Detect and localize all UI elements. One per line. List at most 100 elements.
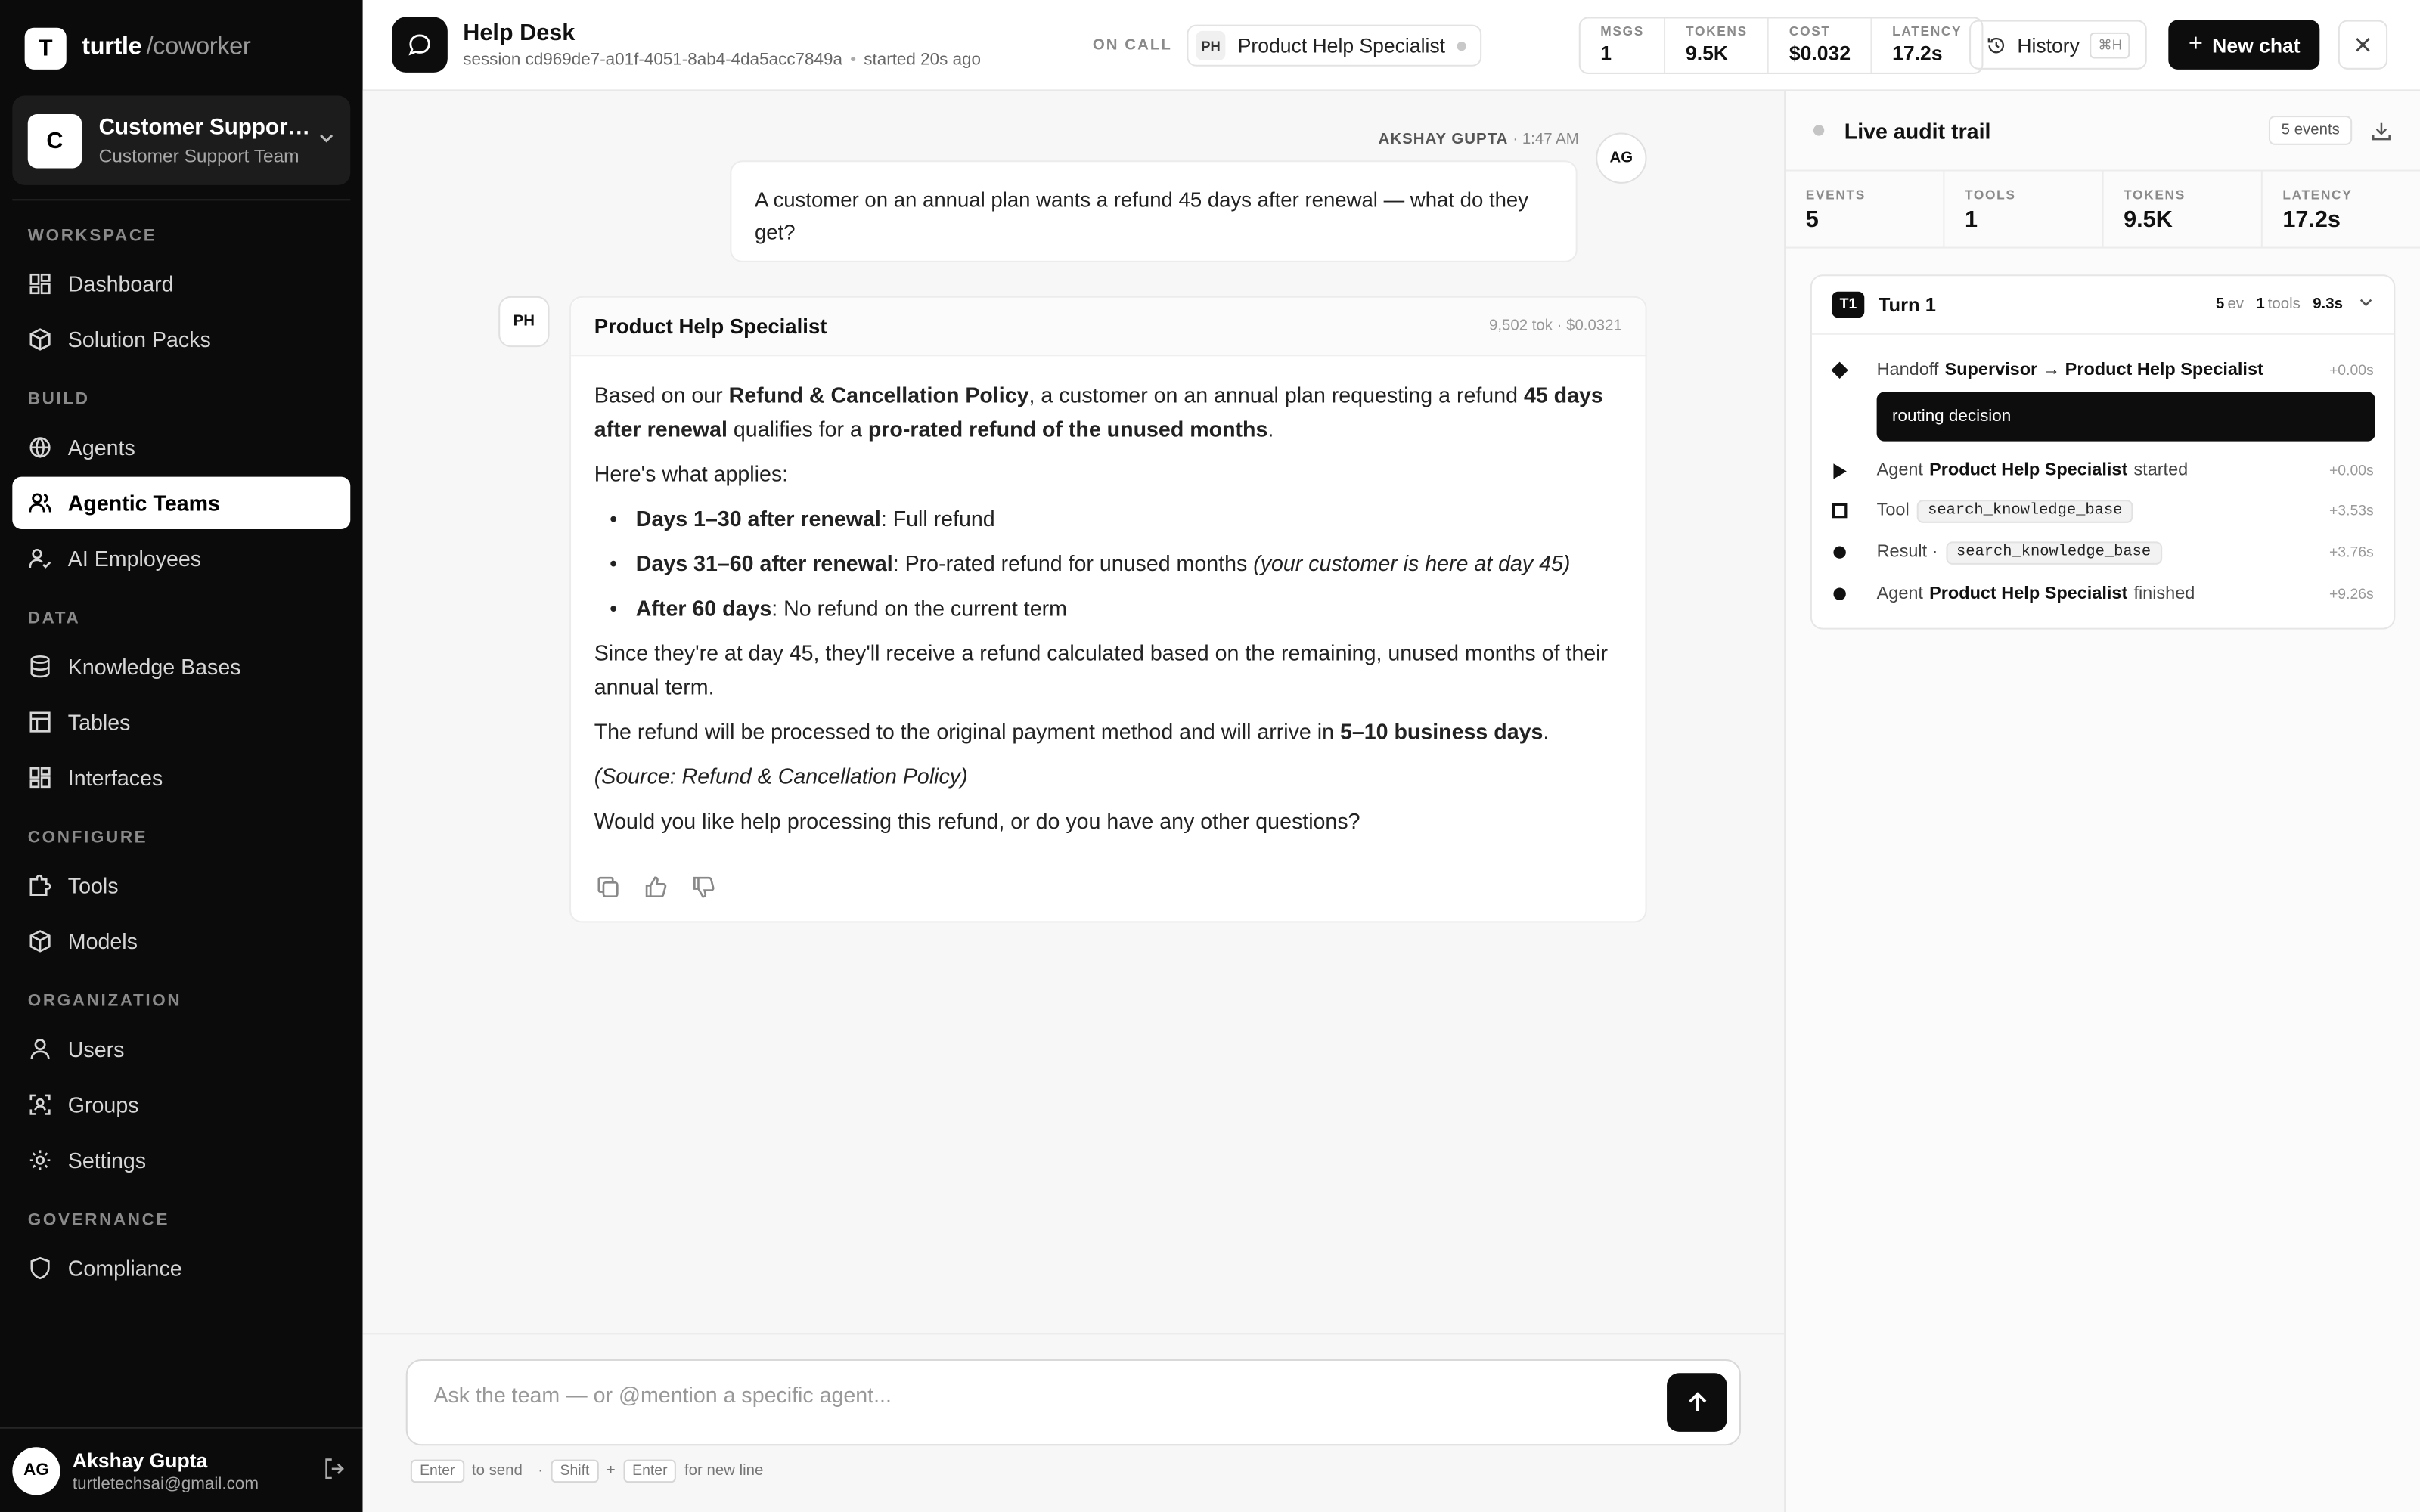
audit-header: Live audit trail 5 events <box>1786 91 2420 172</box>
sidebar-item-agentic-teams[interactable]: Agentic Teams <box>12 476 351 529</box>
section-organization: ORGANIZATION <box>27 992 182 1011</box>
routing-decision[interactable]: routing decision <box>1876 392 2375 442</box>
globe-icon <box>28 435 53 460</box>
user-icon <box>28 1036 53 1061</box>
user-profile: AG Akshay Gupta turtletechsai@gmail.com <box>0 1427 363 1512</box>
sidebar-item-tools[interactable]: Tools <box>12 860 350 912</box>
agent-avatar: PH <box>498 296 550 348</box>
audit-event-tool: Tool search_knowledge_base +3.53s <box>1812 497 2394 525</box>
message-list: Days 1–30 after renewal: Full refund Day… <box>594 501 1622 624</box>
square-icon <box>1830 501 1848 519</box>
sidebar-item-models[interactable]: Models <box>12 915 350 967</box>
metric-tokens: TOKENS 9.5K <box>2104 171 2263 247</box>
sidebar-item-solution-packs[interactable]: Solution Packs <box>12 313 350 365</box>
chevron-down-icon <box>318 129 334 151</box>
composer <box>405 1359 1742 1446</box>
agent-message-header: Product Help Specialist 9,502 tok · $0.0… <box>571 297 1646 357</box>
composer-area: Enter to send · Shift + Enter for new li… <box>362 1333 1785 1512</box>
new-chat-label: New chat <box>2212 33 2301 57</box>
metric-latency: LATENCY 17.2s <box>1892 23 1962 65</box>
composer-hint: Enter to send · Shift + Enter for new li… <box>410 1459 771 1483</box>
user-message-meta: AKSHAY GUPTA · 1:47 AM <box>1378 131 1579 148</box>
session-started: started 20s ago <box>864 51 982 70</box>
thumbs-up-icon[interactable] <box>644 875 669 900</box>
new-chat-button[interactable]: + New chat <box>2168 20 2321 70</box>
history-icon <box>1987 35 2007 55</box>
message-paragraph: Here's what applies: <box>594 461 789 486</box>
close-button[interactable] <box>2338 20 2388 70</box>
sidebar-item-groups[interactable]: Groups <box>12 1079 350 1131</box>
chat-panel: AKSHAY GUPTA · 1:47 AM AG A customer on … <box>362 91 1785 1512</box>
sidebar-item-label: Agents <box>67 435 135 460</box>
agent-name: Product Help Specialist <box>1237 33 1446 57</box>
audit-title: Live audit trail <box>1844 118 1991 143</box>
turn-name: Turn 1 <box>1878 293 1936 316</box>
sidebar-item-label: Agentic Teams <box>67 490 220 516</box>
dot-icon <box>1830 543 1848 561</box>
sidebar-item-label: Settings <box>67 1148 147 1173</box>
sidebar-item-ai-employees[interactable]: AI Employees <box>12 532 350 584</box>
list-item: After 60 days: No refund on the current … <box>594 591 1622 625</box>
audit-event-agent-finished: Agent Product Help Specialist finished +9.… <box>1812 580 2394 608</box>
dot-icon <box>1830 584 1848 603</box>
metric-msgs: MSGS 1 <box>1581 18 1666 73</box>
app-root: T turtle/coworker C Customer Support... … <box>0 0 2420 1512</box>
cube-icon <box>28 929 53 954</box>
sidebar-item-compliance[interactable]: Compliance <box>12 1242 350 1294</box>
sidebar-item-knowledge-bases[interactable]: Knowledge Bases <box>12 640 350 692</box>
user-email: turtletechsai@gmail.com <box>72 1473 259 1493</box>
history-button[interactable]: History ⌘H <box>1969 20 2147 70</box>
copy-icon[interactable] <box>596 875 621 900</box>
kbd-shift: Shift <box>551 1459 599 1483</box>
sidebar-item-dashboard[interactable]: Dashboard <box>12 258 350 310</box>
user-message: A customer on an annual plan wants a ref… <box>730 160 1578 262</box>
main: Help Desk session cd969de7-a01f-4051-8ab… <box>362 0 2420 1512</box>
section-data: DATA <box>27 609 81 628</box>
message-input[interactable] <box>433 1379 1638 1411</box>
message-paragraph: Based on our Refund & Cancellation Polic… <box>594 383 1603 442</box>
team-name: Customer Support... <box>98 115 312 140</box>
diamond-icon <box>1830 361 1848 380</box>
status-dot <box>1457 41 1467 51</box>
brand[interactable]: T turtle/coworker <box>0 0 363 96</box>
agent-avatar: PH <box>1196 30 1226 60</box>
session-id: session cd969de7-a01f-4051-8ab4-4da5acc7… <box>463 51 842 70</box>
brand-name: turtle/coworker <box>82 33 251 60</box>
play-icon <box>1830 461 1848 479</box>
sidebar-item-label: Tools <box>67 873 119 898</box>
team-switcher[interactable]: C Customer Support... Customer Support T… <box>12 95 351 185</box>
user-name: Akshay Gupta <box>72 1448 208 1471</box>
user-check-icon <box>28 546 53 571</box>
section-configure: CONFIGURE <box>27 828 148 847</box>
brand-logo: T <box>24 26 67 69</box>
thumbs-down-icon[interactable] <box>691 875 716 900</box>
avatar[interactable]: AG <box>12 1446 60 1495</box>
turn-header[interactable]: T1 Turn 1 5 ev 1 tools 9.3s <box>1811 276 2394 335</box>
chevron-down-icon[interactable] <box>2358 295 2373 315</box>
sidebar-item-label: Groups <box>67 1092 139 1117</box>
sidebar-item-label: Knowledge Bases <box>67 654 241 679</box>
on-call-agent-pill[interactable]: PH Product Help Specialist <box>1187 24 1482 67</box>
download-icon[interactable] <box>2371 119 2393 141</box>
topbar: Help Desk session cd969de7-a01f-4051-8ab… <box>362 0 2420 91</box>
agent-name: Product Help Specialist <box>594 314 827 338</box>
body-row: AKSHAY GUPTA · 1:47 AM AG A customer on … <box>362 91 2420 1512</box>
metric-events: EVENTS 5 <box>1786 171 1945 247</box>
agent-message-body: Based on our Refund & Cancellation Polic… <box>571 356 1645 838</box>
list-item: Days 1–30 after renewal: Full refund <box>594 501 1622 535</box>
sidebar-item-tables[interactable]: Tables <box>12 696 350 748</box>
metric-tools: TOOLS 1 <box>1944 171 2104 247</box>
sidebar-item-users[interactable]: Users <box>12 1023 350 1075</box>
sidebar-item-label: Dashboard <box>67 271 174 296</box>
logout-icon[interactable] <box>323 1457 351 1485</box>
sidebar-item-interfaces[interactable]: Interfaces <box>12 751 350 804</box>
agent-message-stats: 9,502 tok · $0.0321 <box>1488 318 1622 335</box>
send-button[interactable] <box>1667 1373 1727 1432</box>
sidebar-item-agents[interactable]: Agents <box>12 421 350 473</box>
package-icon <box>28 327 53 352</box>
table-icon <box>28 710 53 735</box>
metric-latency: LATENCY 17.2s <box>2282 186 2353 234</box>
sidebar-item-settings[interactable]: Settings <box>12 1134 350 1186</box>
chat-messages[interactable]: AKSHAY GUPTA · 1:47 AM AG A customer on … <box>363 91 1785 1333</box>
database-icon <box>28 654 53 679</box>
